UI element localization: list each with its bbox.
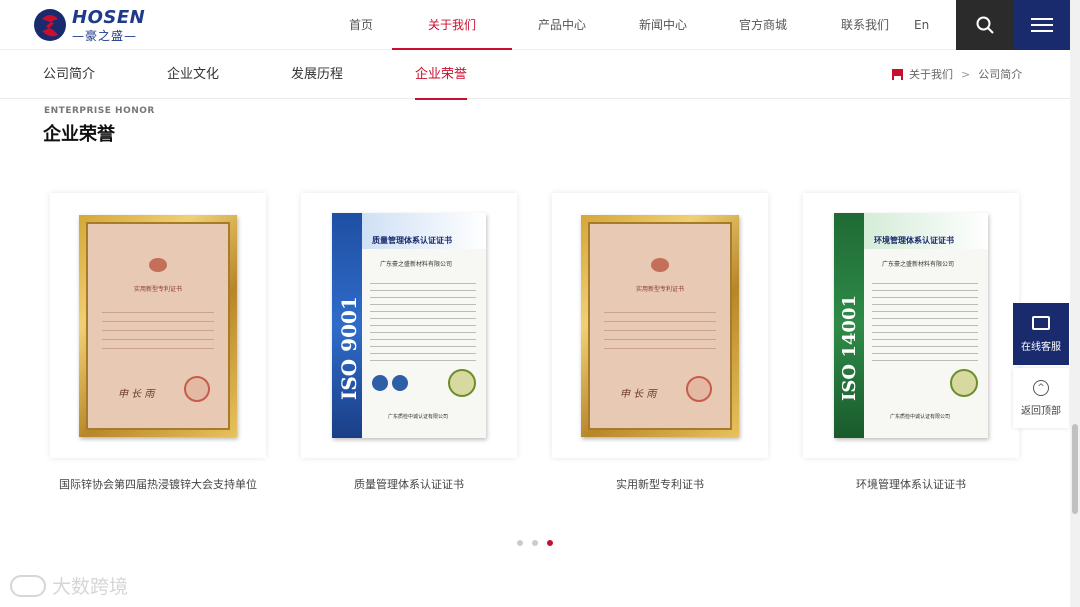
honor-card-caption[interactable]: 实用新型专利证书 xyxy=(540,476,780,492)
section-title: 企业荣誉 xyxy=(43,124,115,145)
carousel-pagination xyxy=(517,540,553,546)
subnav-item-honor[interactable]: 企业荣誉 xyxy=(415,50,468,100)
nav-item-home[interactable]: 首页 xyxy=(330,0,392,50)
nav-item-mall[interactable]: 官方商城 xyxy=(714,0,812,50)
hamburger-menu-icon xyxy=(1030,14,1053,36)
sub-nav: 公司简介 企业文化 发展历程 企业荣誉 关于我们 > 公司简介 xyxy=(0,50,1070,100)
online-service-label: 在线客服 xyxy=(1021,341,1061,353)
certificate-title: 实用新型专利证书 xyxy=(133,285,182,293)
seal-icon xyxy=(950,369,978,397)
subnav-item-history[interactable]: 发展历程 xyxy=(291,50,343,99)
language-switch[interactable]: En xyxy=(914,0,929,50)
scrollbar-thumb[interactable] xyxy=(1072,424,1078,514)
nav-item-products[interactable]: 产品中心 xyxy=(512,0,612,50)
nav-item-news[interactable]: 新闻中心 xyxy=(612,0,714,50)
certificate-image: 实用新型专利证书 申 长 雨 xyxy=(79,214,237,437)
chevron-up-icon: ^ xyxy=(1033,379,1049,396)
nav-item-about[interactable]: 关于我们 xyxy=(392,0,512,50)
search-button[interactable] xyxy=(956,0,1013,50)
section-title-en: ENTERPRISE HONOR xyxy=(44,106,155,116)
logo-mark-icon xyxy=(34,9,66,41)
watermark-text: 大数跨境 xyxy=(52,576,129,598)
honor-card-caption[interactable]: 质量管理体系认证证书 xyxy=(289,476,529,492)
seal-icon xyxy=(448,369,476,397)
breadcrumb: 关于我们 > 公司简介 xyxy=(892,50,1022,99)
subnav-item-culture[interactable]: 企业文化 xyxy=(167,50,219,99)
iso-issuer: 广东质检中诚认证有限公司 xyxy=(388,414,449,420)
certificate-image: 实用新型专利证书 申 长 雨 xyxy=(581,214,739,437)
honor-card[interactable]: ISO 9001 质量管理体系认证证书 广东豪之盛新材料有限公司 广东质检中诚认… xyxy=(301,193,517,458)
hosen-logo[interactable]: HOSEN —豪之盛— xyxy=(32,6,157,44)
certificate-signature: 申 长 雨 xyxy=(118,388,155,400)
watermark-logo-icon xyxy=(10,574,46,597)
back-to-top-button[interactable]: ^ 返回顶部 xyxy=(1013,368,1069,428)
pagination-dot[interactable] xyxy=(517,540,523,546)
iso-company: 广东豪之盛新材料有限公司 xyxy=(380,261,453,268)
page-scrollbar[interactable] xyxy=(1070,0,1080,607)
honor-card[interactable]: 实用新型专利证书 申 长 雨 xyxy=(552,193,768,458)
home-icon xyxy=(892,69,903,80)
search-icon xyxy=(976,16,994,34)
online-service-button[interactable]: 在线客服 xyxy=(1013,303,1069,365)
pagination-dot-active[interactable] xyxy=(547,540,553,546)
honor-card[interactable]: 实用新型专利证书 申 长 雨 xyxy=(50,193,266,458)
iso-company: 广东豪之盛新材料有限公司 xyxy=(882,261,955,268)
seal-icon xyxy=(686,375,712,402)
honor-card-caption[interactable]: 环境管理体系认证证书 xyxy=(791,476,1031,492)
logo-text-en: HOSEN xyxy=(72,6,146,28)
seal-icon xyxy=(184,375,210,402)
certificate-image: ISO 14001 环境管理体系认证证书 广东豪之盛新材料有限公司 广东质检中诚… xyxy=(834,213,988,438)
breadcrumb-profile[interactable]: 公司简介 xyxy=(978,50,1022,99)
iso-issuer: 广东质检中诚认证有限公司 xyxy=(890,414,951,420)
pagination-dot[interactable] xyxy=(532,540,538,546)
site-header: HOSEN —豪之盛— 首页 关于我们 产品中心 新闻中心 官方商城 联系我们 … xyxy=(0,0,1080,50)
iso-heading: 质量管理体系认证证书 xyxy=(372,236,452,245)
certificate-image: ISO 9001 质量管理体系认证证书 广东豪之盛新材料有限公司 广东质检中诚认… xyxy=(332,213,486,438)
back-to-top-label: 返回顶部 xyxy=(1021,405,1061,417)
watermark: 大数跨境 xyxy=(10,572,128,599)
honor-card[interactable]: ISO 14001 环境管理体系认证证书 广东豪之盛新材料有限公司 广东质检中诚… xyxy=(803,193,1019,458)
iso-label: ISO 14001 xyxy=(839,295,860,401)
breadcrumb-separator: > xyxy=(961,68,971,81)
iso-heading: 环境管理体系认证证书 xyxy=(874,236,954,245)
nav-item-contact[interactable]: 联系我们 xyxy=(812,0,918,50)
chat-icon xyxy=(1032,313,1050,330)
main-nav: 首页 关于我们 产品中心 新闻中心 官方商城 联系我们 xyxy=(330,0,918,50)
breadcrumb-about[interactable]: 关于我们 xyxy=(909,50,953,99)
accreditation-badges xyxy=(372,375,408,391)
certificate-title: 实用新型专利证书 xyxy=(635,285,684,293)
iso-label: ISO 9001 xyxy=(337,296,361,400)
subnav-item-profile[interactable]: 公司简介 xyxy=(43,50,95,99)
menu-button[interactable] xyxy=(1013,0,1070,50)
honor-card-caption[interactable]: 国际锌协会第四届热浸镀锌大会支持单位 xyxy=(38,476,278,492)
logo-text-cn: —豪之盛— xyxy=(72,28,138,43)
certificate-signature: 申 长 雨 xyxy=(620,388,657,400)
